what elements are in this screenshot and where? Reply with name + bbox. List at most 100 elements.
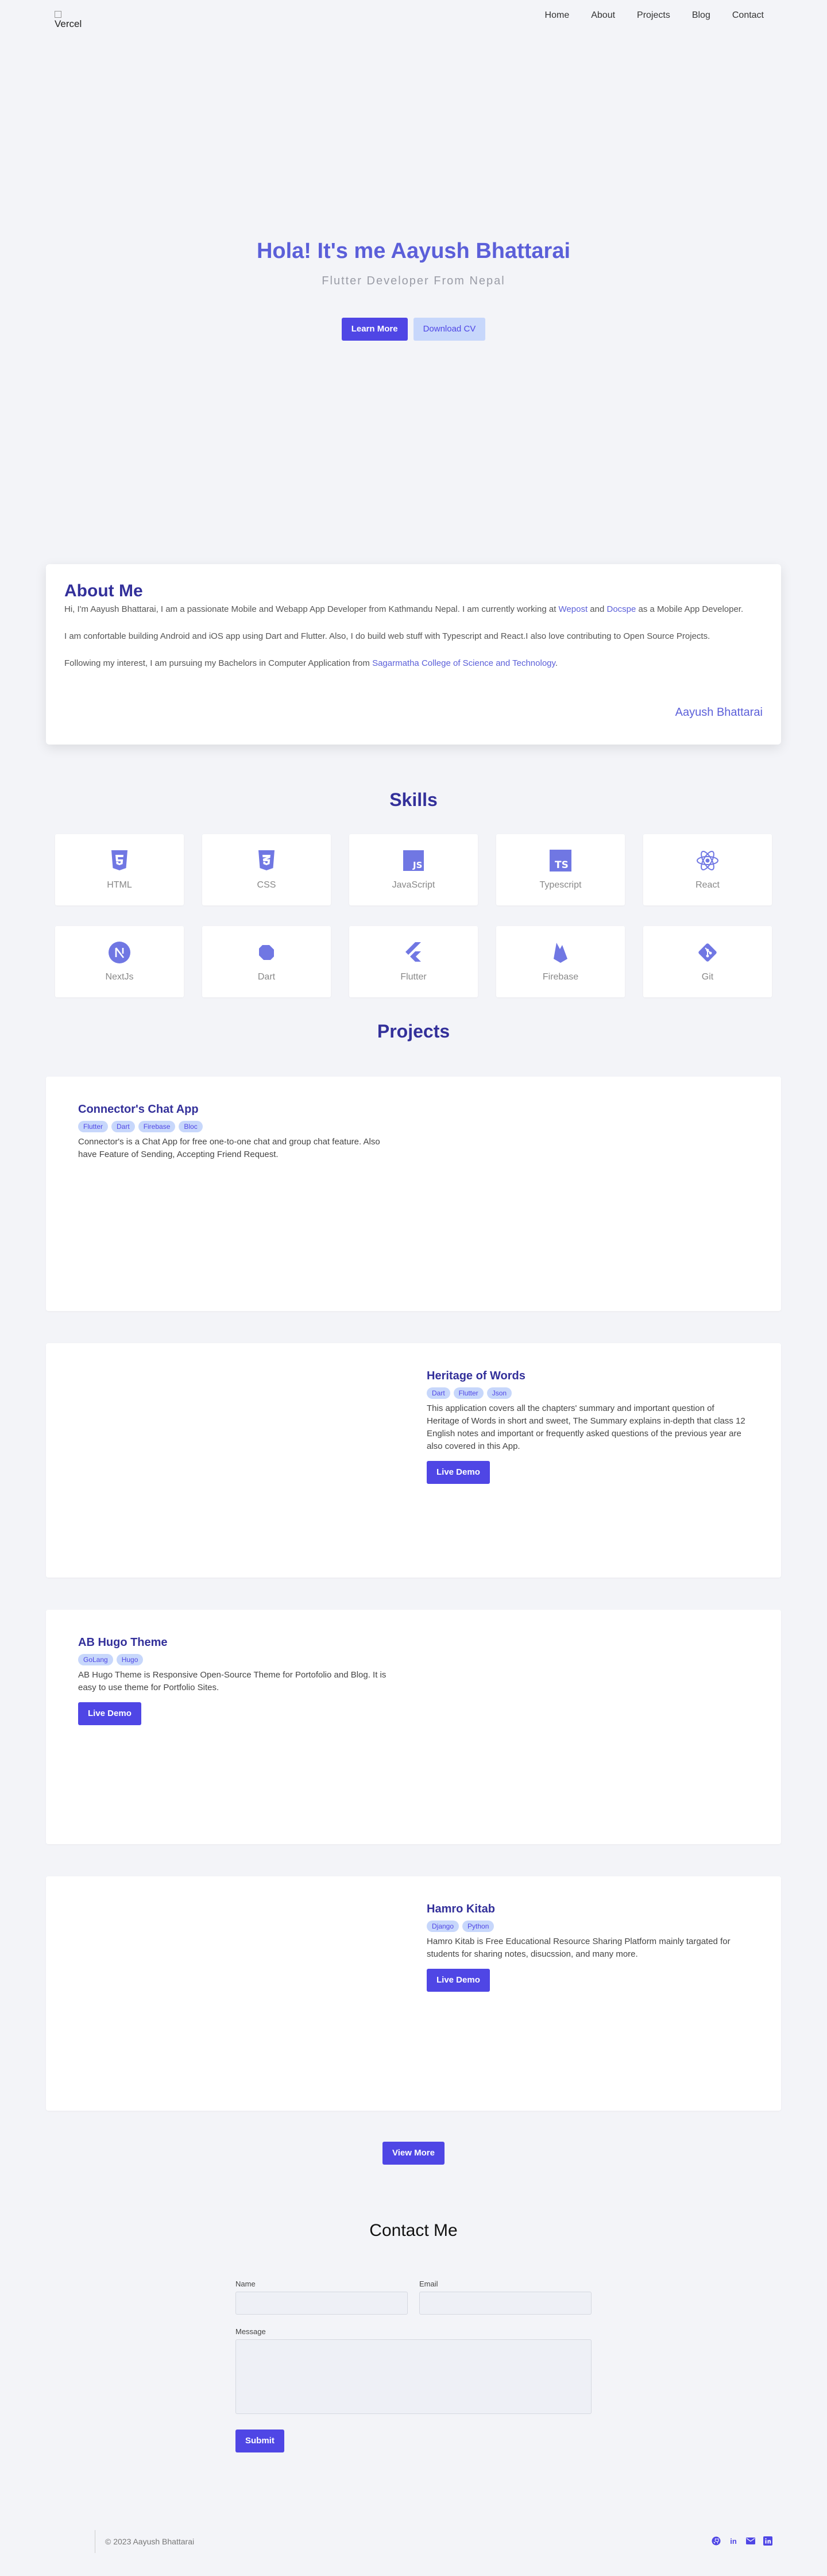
form-row: Name Email: [235, 2280, 592, 2315]
about-title: About Me: [64, 581, 143, 600]
email-label: Email: [419, 2280, 438, 2288]
project-tags: GoLang Hugo: [78, 1654, 400, 1665]
footer: © 2023 Aayush Bhattarai in: [0, 2530, 827, 2553]
project-tag: Json: [486, 1387, 512, 1399]
name-field-group: Name: [235, 2280, 408, 2315]
about-text: Following my interest, I am pursuing my …: [64, 658, 373, 668]
skill-label: Dart: [257, 972, 276, 982]
skill-card-firebase: Firebase: [496, 926, 625, 997]
skill-card-flutter: Flutter: [349, 926, 478, 997]
css3-icon: [255, 849, 278, 872]
about-text: and: [588, 604, 607, 614]
live-demo-button[interactable]: Live Demo: [78, 1702, 141, 1725]
about-card: About Me Hi, I'm Aayush Bhattarai, I am …: [46, 564, 781, 745]
skill-label: React: [695, 880, 720, 890]
skill-card-css: CSS: [202, 834, 331, 905]
hero-buttons: Learn More Download CV: [0, 318, 827, 341]
github-icon[interactable]: [712, 2536, 721, 2546]
projects-title: Projects: [377, 1021, 450, 1042]
project-tag: Bloc: [179, 1121, 203, 1132]
message-field-group: Message: [235, 2327, 592, 2417]
linkedin-box-icon[interactable]: [763, 2536, 772, 2546]
skill-card-nextjs: NextJs: [55, 926, 184, 997]
project-description: This application covers all the chapters…: [427, 1403, 745, 1451]
hero-subtitle: Flutter Developer From Nepal: [322, 275, 505, 287]
skill-card-react: React: [643, 834, 772, 905]
submit-button[interactable]: Submit: [235, 2430, 284, 2452]
skills-grid: HTML CSS JS JavaScript TS Typescript Rea…: [55, 834, 772, 997]
email-input[interactable]: [419, 2292, 592, 2315]
about-paragraph-2: I am confortable building Android and iO…: [64, 631, 710, 641]
name-input[interactable]: [235, 2292, 408, 2315]
social-links: in: [712, 2536, 772, 2546]
live-demo-button[interactable]: Live Demo: [427, 1461, 490, 1484]
project-title: Hamro Kitab: [427, 1903, 495, 1915]
about-text: as a Mobile App Developer.: [636, 604, 744, 614]
college-link[interactable]: Sagarmatha College of Science and Techno…: [372, 658, 555, 668]
about-text: Hi, I'm Aayush Bhattarai, I am a passion…: [64, 604, 559, 614]
skill-label: Typescript: [539, 880, 582, 890]
wepost-link[interactable]: Wepost: [559, 604, 588, 614]
project-tags: Dart Flutter Json: [427, 1387, 748, 1399]
project-content: Connector's Chat App Flutter Dart Fireba…: [78, 1103, 400, 1169]
project-content: Heritage of Words Dart Flutter Json This…: [427, 1370, 748, 1484]
project-card: AB Hugo Theme GoLang Hugo AB Hugo Theme …: [46, 1610, 781, 1844]
skill-label: Git: [701, 972, 714, 982]
javascript-icon: JS: [402, 849, 425, 872]
project-tag: Python: [462, 1921, 494, 1932]
react-icon: [696, 849, 719, 872]
skill-label: Firebase: [542, 972, 579, 982]
svg-text:TS: TS: [555, 859, 569, 871]
project-tags: Flutter Dart Firebase Bloc: [78, 1121, 400, 1132]
project-tags: Django Python: [427, 1921, 748, 1932]
mail-icon[interactable]: [746, 2536, 755, 2546]
typescript-icon: TS: [549, 849, 572, 872]
firebase-icon: [549, 941, 572, 964]
skill-label: CSS: [257, 880, 276, 890]
dart-icon: [255, 941, 278, 964]
project-content: Hamro Kitab Django Python Hamro Kitab is…: [427, 1903, 748, 1992]
live-demo-button[interactable]: Live Demo: [427, 1969, 490, 1992]
linkedin-icon[interactable]: in: [729, 2536, 738, 2546]
copyright-text: © 2023 Aayush Bhattarai: [105, 2537, 195, 2546]
project-tag: GoLang: [78, 1654, 113, 1665]
email-field-group: Email: [419, 2280, 592, 2315]
git-icon: [696, 941, 719, 964]
skill-card-dart: Dart: [202, 926, 331, 997]
hero-section: Hola! It's me Aayush Bhattarai Flutter D…: [0, 0, 827, 557]
skill-card-git: Git: [643, 926, 772, 997]
skill-label: Flutter: [400, 972, 427, 982]
about-paragraph-1: Hi, I'm Aayush Bhattarai, I am a passion…: [64, 603, 763, 616]
contact-title: Contact Me: [369, 2221, 458, 2240]
project-tag: Dart: [427, 1387, 450, 1399]
form-row: Message: [235, 2327, 592, 2417]
docspe-link[interactable]: Docspe: [607, 604, 636, 614]
message-textarea[interactable]: [235, 2339, 592, 2414]
project-title: Connector's Chat App: [78, 1103, 199, 1116]
project-tag: Flutter: [78, 1121, 109, 1132]
message-label: Message: [235, 2327, 266, 2336]
skill-label: HTML: [107, 880, 132, 890]
view-more-button[interactable]: View More: [382, 2142, 445, 2165]
skill-card-html: HTML: [55, 834, 184, 905]
project-title: AB Hugo Theme: [78, 1636, 168, 1649]
learn-more-button[interactable]: Learn More: [341, 318, 408, 341]
download-cv-button[interactable]: Download CV: [413, 318, 486, 341]
project-content: AB Hugo Theme GoLang Hugo AB Hugo Theme …: [78, 1636, 400, 1725]
svg-text:JS: JS: [412, 860, 422, 870]
project-card: Hamro Kitab Django Python Hamro Kitab is…: [46, 1876, 781, 2111]
about-text: .: [555, 658, 558, 668]
project-tag: Flutter: [453, 1387, 484, 1399]
about-signature: Aayush Bhattarai: [675, 706, 763, 719]
project-card: Heritage of Words Dart Flutter Json This…: [46, 1343, 781, 1578]
html5-icon: [108, 849, 131, 872]
skill-label: NextJs: [105, 972, 134, 982]
contact-form: Name Email Message Submit: [235, 2280, 592, 2452]
skill-card-typescript: TS Typescript: [496, 834, 625, 905]
project-tag: Dart: [111, 1121, 135, 1132]
view-more-wrapper: View More: [0, 2142, 827, 2165]
nextjs-icon: [108, 941, 131, 964]
project-description: Hamro Kitab is Free Educational Resource…: [427, 1937, 731, 1959]
project-description: Connector's is a Chat App for free one-t…: [78, 1137, 380, 1159]
project-description: AB Hugo Theme is Responsive Open-Source …: [78, 1670, 387, 1692]
